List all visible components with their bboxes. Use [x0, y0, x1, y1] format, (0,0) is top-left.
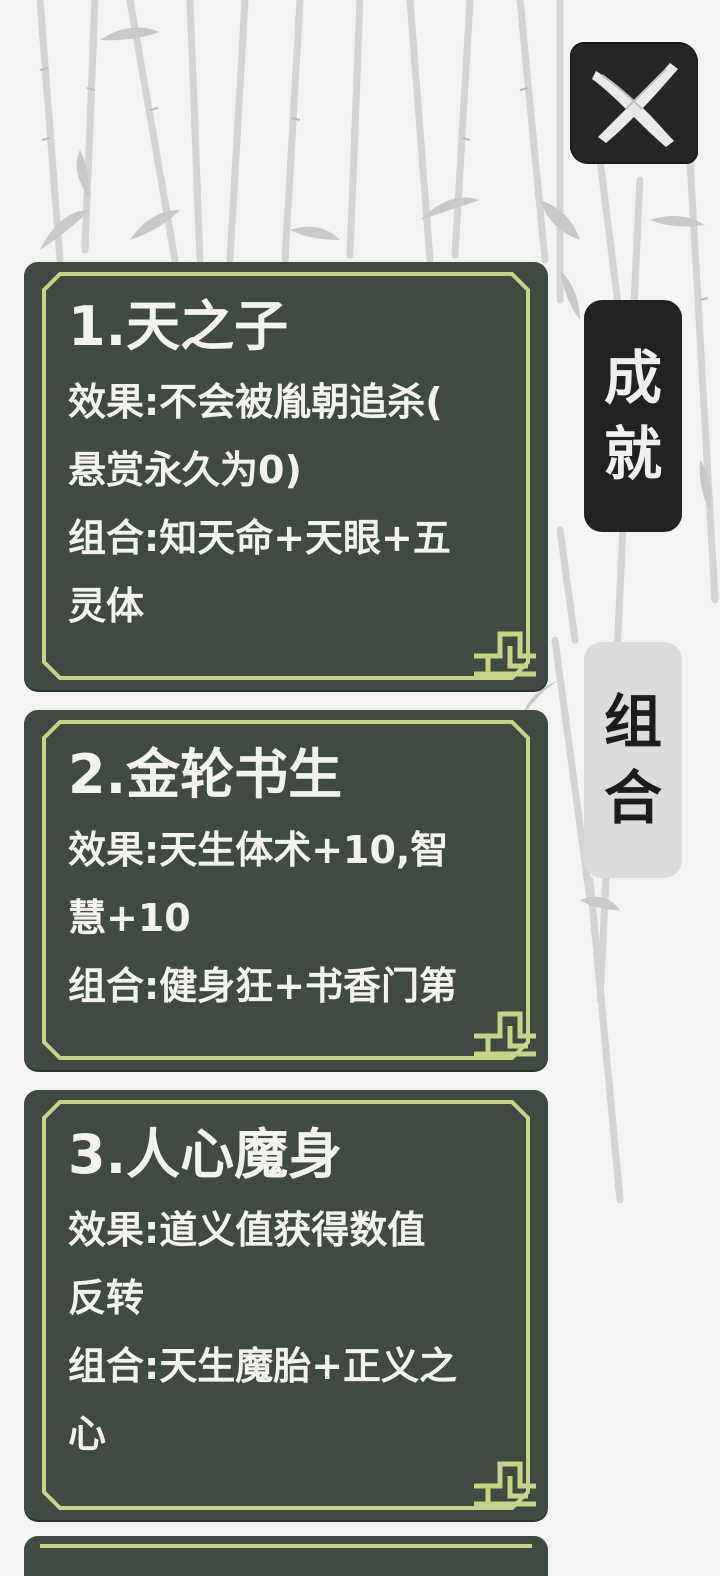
card-effect-line: 悬赏永久为0) — [68, 448, 302, 492]
tab-combos-char-2: 合 — [603, 764, 662, 832]
card-effect-line: 慧+10 — [68, 896, 191, 940]
card-effect-line: 效果:道义值获得数值 — [68, 1208, 426, 1252]
tab-combos[interactable]: 组 合 — [584, 642, 682, 878]
card-combo-line: 组合:知天命+天眼+五 — [68, 516, 451, 560]
close-button[interactable] — [570, 42, 698, 164]
combo-card[interactable]: 1.天之子 效果:不会被胤朝追杀( 悬赏永久为0) 组合:知天命+天眼+五 灵体 — [24, 262, 548, 690]
card-effect-line: 效果:不会被胤朝追杀( — [68, 380, 443, 424]
card-combo-line: 组合:天生魔胎+正义之 — [68, 1344, 458, 1388]
tab-combos-char-1: 组 — [603, 688, 662, 756]
corner-knot-ornament — [474, 1461, 536, 1507]
corner-knot-ornament — [474, 1011, 536, 1057]
tab-achievements-char-2: 就 — [603, 420, 662, 488]
card-effect-line: 效果:天生体术+10,智 — [68, 828, 449, 872]
card-title: 3.人心魔身 — [68, 1123, 343, 1186]
card-title: 1.天之子 — [68, 295, 289, 358]
tab-achievements[interactable]: 成 就 — [584, 300, 682, 532]
card-combo-line: 心 — [68, 1412, 107, 1456]
brush-x-close-icon — [592, 63, 678, 147]
card-combo-line: 组合:健身狂+书香门第 — [68, 964, 458, 1008]
card-title: 2.金轮书生 — [68, 743, 343, 806]
card-combo-line: 灵体 — [68, 584, 145, 628]
combo-card[interactable]: 3.人心魔身 效果:道义值获得数值 反转 组合:天生魔胎+正义之 心 — [24, 1090, 548, 1520]
tab-achievements-char-1: 成 — [603, 344, 662, 412]
corner-knot-ornament — [474, 631, 536, 677]
card-frame — [40, 1544, 532, 1554]
combo-card[interactable]: 2.金轮书生 效果:天生体术+10,智 慧+10 组合:健身狂+书香门第 — [24, 710, 548, 1070]
card-effect-line: 反转 — [68, 1276, 145, 1320]
combo-card-partial[interactable] — [24, 1536, 548, 1576]
